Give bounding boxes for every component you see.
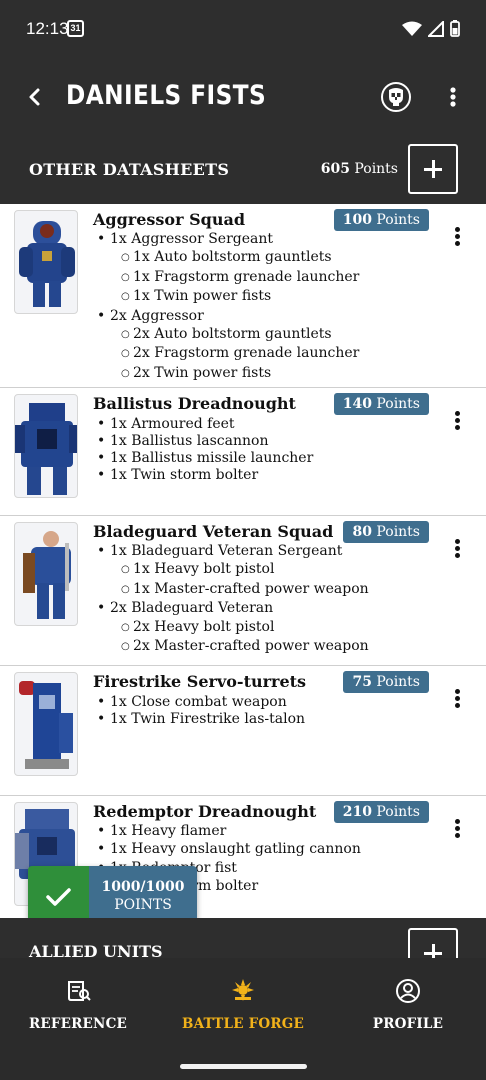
unit-points-badge: 100 Points <box>333 209 429 231</box>
datasheet-list[interactable]: Aggressor Squad 100 Points 1x Aggressor … <box>0 204 486 918</box>
unit-name: Redemptor Dreadnought <box>93 802 317 821</box>
wargear-item: 1x Ballistus missile launcher <box>110 450 313 467</box>
unit-card[interactable]: Firestrike Servo-turrets 75 Points 1x Cl… <box>0 666 486 796</box>
wargear-item: 1x Twin storm bolter <box>110 467 313 484</box>
wargear-subitem: 1x Fragstorm grenade launcher <box>110 268 359 287</box>
unit-image <box>14 522 78 626</box>
nav-profile[interactable]: PROFILE <box>328 976 486 1032</box>
unit-name: Ballistus Dreadnought <box>93 394 296 413</box>
section-header: OTHER DATASHEETS 605 Points <box>0 140 486 204</box>
section-title: OTHER DATASHEETS <box>29 160 230 179</box>
unit-points-label: Points <box>376 396 420 412</box>
unit-name: Bladeguard Veteran Squad <box>93 522 334 541</box>
wargear-list: 1x Aggressor Sergeant 1x Auto boltstorm … <box>110 230 359 383</box>
points-total-value: 605 <box>320 161 350 177</box>
wargear-item: 1x Ballistus lascannon <box>110 433 313 450</box>
wargear-subitem: 2x Heavy bolt pistol <box>110 618 369 637</box>
battle-forge-icon <box>232 979 254 1001</box>
unit-card[interactable]: Ballistus Dreadnought 140 Points 1x Armo… <box>0 388 486 516</box>
wargear-subitem: 2x Master-crafted power weapon <box>110 637 369 656</box>
unit-points-badge: 210 Points <box>333 801 429 823</box>
unit-more-icon[interactable] <box>451 538 463 560</box>
wargear-subitem: 1x Twin power fists <box>110 287 359 306</box>
wargear-item: 2x Aggressor <box>110 307 359 325</box>
unit-points-label: Points <box>376 524 420 540</box>
add-allied-unit-button[interactable] <box>408 928 458 958</box>
home-indicator[interactable] <box>180 1064 307 1069</box>
unit-points-label: Points <box>376 804 420 820</box>
unit-points-badge: 140 Points <box>333 393 429 415</box>
back-arrow-icon[interactable] <box>22 82 48 112</box>
wargear-subitem: 2x Twin power fists <box>110 364 359 383</box>
wargear-item: 1x Heavy flamer <box>110 822 361 840</box>
unit-card[interactable]: Aggressor Squad 100 Points 1x Aggressor … <box>0 204 486 388</box>
nav-battle-forge-label: BATTLE FORGE <box>181 1016 305 1032</box>
skull-icon <box>389 88 403 106</box>
unit-name: Aggressor Squad <box>93 210 246 229</box>
reference-scroll-icon <box>68 981 91 1001</box>
unit-more-icon[interactable] <box>451 688 463 710</box>
profile-icon <box>396 979 420 1003</box>
wargear-list: 1x Bladeguard Veteran Sergeant 1x Heavy … <box>110 542 369 656</box>
wargear-item: 1x Armoured feet <box>110 416 313 433</box>
wargear-subitem: 1x Master-crafted power weapon <box>110 580 369 599</box>
unit-name: Firestrike Servo-turrets <box>93 672 307 691</box>
points-total-label: Points <box>354 161 398 177</box>
wargear-item: 1x Close combat weapon <box>110 694 305 711</box>
wargear-item: 1x Aggressor Sergeant <box>110 230 359 248</box>
unit-more-icon[interactable] <box>451 818 463 840</box>
wargear-item: 1x Twin Firestrike las-talon <box>110 711 305 728</box>
nav-profile-label: PROFILE <box>372 1016 444 1032</box>
unit-points-label: Points <box>376 674 420 690</box>
unit-image <box>14 394 78 498</box>
nav-reference-label: REFERENCE <box>28 1016 128 1032</box>
more-vert-icon[interactable] <box>443 82 463 112</box>
add-datasheet-button[interactable] <box>408 144 458 194</box>
nav-reference[interactable]: REFERENCE <box>0 976 158 1032</box>
status-bar: 12:13 31 <box>0 0 486 60</box>
unit-image <box>14 672 78 776</box>
wifi-icon <box>402 21 422 36</box>
toast-points-value: 1000/1000 <box>101 879 185 895</box>
app-header: DANIELS FISTS <box>0 60 486 140</box>
wargear-list: 1x Close combat weapon 1x Twin Firestrik… <box>110 694 305 728</box>
status-icons <box>402 20 460 37</box>
toast-points-label: POINTS <box>114 897 172 913</box>
unit-points: 75 <box>352 674 372 690</box>
unit-points: 100 <box>342 212 372 228</box>
battery-icon <box>450 20 460 37</box>
points-total: 605 Points <box>321 161 398 177</box>
wargear-item: 2x Bladeguard Veteran <box>110 599 369 617</box>
wargear-item: 1x Heavy onslaught gatling cannon <box>110 840 361 858</box>
allied-units-header: ALLIED UNITS <box>0 918 486 958</box>
status-time: 12:13 <box>26 19 69 38</box>
bottom-navigation: REFERENCE BATTLE FORGE PROFILE <box>0 958 486 1080</box>
unit-points-badge: 80 Points <box>343 521 429 543</box>
unit-points: 210 <box>342 804 372 820</box>
wargear-subitem: 2x Auto boltstorm gauntlets <box>110 325 359 344</box>
signal-icon <box>428 20 444 37</box>
nav-battle-forge[interactable]: BATTLE FORGE <box>163 976 323 1032</box>
page-title: DANIELS FISTS <box>66 80 267 111</box>
unit-points: 140 <box>342 396 372 412</box>
wargear-subitem: 2x Fragstorm grenade launcher <box>110 344 359 363</box>
wargear-subitem: 1x Heavy bolt pistol <box>110 560 369 579</box>
unit-card[interactable]: Bladeguard Veteran Squad 80 Points 1x Bl… <box>0 516 486 666</box>
wargear-list: 1x Armoured feet 1x Ballistus lascannon … <box>110 416 313 484</box>
unit-more-icon[interactable] <box>451 226 463 248</box>
faction-skull-button[interactable] <box>381 82 411 112</box>
calendar-icon: 31 <box>67 20 84 37</box>
unit-image <box>14 210 78 314</box>
unit-more-icon[interactable] <box>451 410 463 432</box>
unit-points-badge: 75 Points <box>343 671 429 693</box>
wargear-subitem: 1x Auto boltstorm gauntlets <box>110 248 359 267</box>
wargear-item: 1x Bladeguard Veteran Sergeant <box>110 542 369 560</box>
unit-points: 80 <box>352 524 372 540</box>
unit-points-label: Points <box>376 212 420 228</box>
allied-units-title: ALLIED UNITS <box>29 942 163 958</box>
